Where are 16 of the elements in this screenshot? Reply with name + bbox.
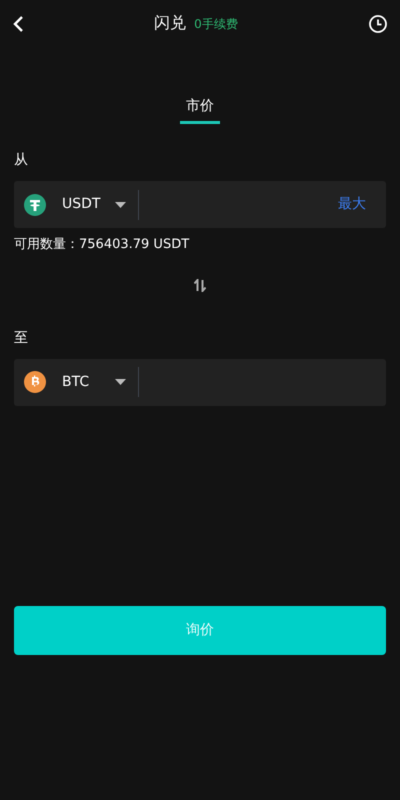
page-title: 闪兑 — [154, 12, 186, 34]
section-label: 至 — [14, 328, 28, 348]
amount-field[interactable]: BTC — [14, 358, 386, 406]
fee-note: 0手续费 — [194, 16, 238, 33]
caret-icon — [115, 202, 126, 208]
swap-icon[interactable] — [194, 278, 206, 292]
amount-field[interactable]: USDT 最大 — [14, 181, 386, 228]
bitcoin-coin-icon — [24, 371, 46, 393]
max-button[interactable]: 最大 — [318, 194, 386, 215]
market-tab[interactable]: 市价 — [180, 96, 220, 124]
section-label: 从 — [14, 151, 28, 170]
coin-selector[interactable]: USDT — [14, 181, 138, 228]
caret-icon — [115, 379, 126, 385]
available-balance: 可用数量：756403.79 USDT — [14, 236, 190, 254]
tether-coin-icon — [24, 194, 46, 216]
coin-selector[interactable]: BTC — [14, 358, 138, 406]
